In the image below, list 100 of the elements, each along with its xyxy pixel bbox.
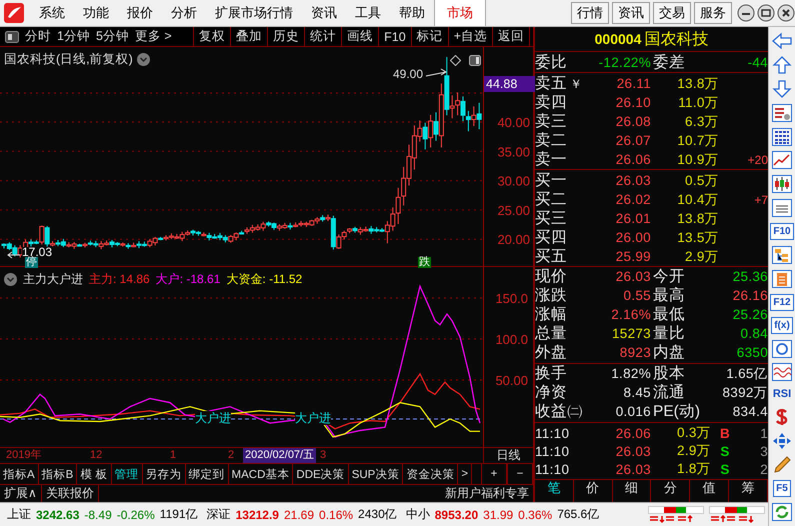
stat-value: 25.26 — [732, 307, 768, 322]
diff-label: 委差 — [652, 53, 686, 73]
shortcut-button[interactable]: RSI — [772, 387, 792, 402]
order-volume: 13.5万 — [676, 228, 719, 246]
trade-volume: 0.3万 — [676, 424, 711, 442]
document-icon[interactable] — [772, 270, 792, 288]
trade-price: 26.03 — [614, 462, 651, 476]
header-button[interactable]: 服务 — [694, 2, 732, 24]
menu-item[interactable]: 工具 — [346, 2, 390, 24]
stat-value: 8923 — [618, 345, 651, 360]
index-value: 3242.63 — [36, 508, 80, 522]
tree-icon[interactable] — [772, 246, 792, 264]
volume-change: +7 — [754, 192, 768, 206]
stat-value: 26.03 — [614, 269, 651, 284]
panel-icon[interactable] — [469, 55, 481, 66]
shortcut-button[interactable]: F12 — [770, 294, 794, 311]
stat-value: 0.016 — [614, 404, 651, 419]
stock-name: 国农科技 — [644, 30, 708, 50]
trade-price: 26.06 — [614, 426, 651, 440]
index-turnover: 2430亿 — [358, 506, 397, 523]
stat-value: 8.45 — [622, 385, 651, 400]
checklist-icon[interactable] — [772, 104, 792, 122]
stat-value: 0.84 — [740, 326, 768, 341]
minimize-icon[interactable] — [737, 4, 755, 22]
candlestick-icon[interactable] — [772, 175, 792, 194]
pencil-icon[interactable] — [772, 456, 792, 474]
zoom-out-button[interactable]: − — [507, 464, 533, 484]
price-axis-label: 25.00 — [497, 202, 530, 218]
stat-label: 涨跌 — [535, 286, 568, 306]
order-level-label: 买四 — [535, 228, 568, 248]
maximize-icon[interactable] — [757, 4, 775, 22]
header-button[interactable]: 行情 — [571, 2, 609, 24]
dropdown-icon[interactable] — [136, 53, 150, 66]
menu-item[interactable]: 系统 — [30, 2, 74, 24]
zoom-in-button[interactable]: + — [481, 464, 507, 484]
order-price: 26.07 — [614, 133, 651, 148]
stat-label: 涨幅 — [535, 305, 568, 325]
trade-count: 1 — [759, 426, 768, 440]
menu-item[interactable]: 市场 — [434, 0, 486, 26]
indicator-tab[interactable]: 指标B — [38, 464, 78, 484]
period-tab[interactable]: 5分钟 — [96, 28, 129, 45]
high-price-label: 49.00 — [393, 67, 424, 81]
high-arrow-icon — [426, 68, 447, 76]
order-price: 25.99 — [614, 249, 651, 264]
order-level-label: 卖二 — [535, 131, 568, 151]
indicator-tab[interactable]: 指标A — [0, 464, 39, 484]
order-level-label: 卖五 ￥ — [535, 74, 583, 94]
index-name: 深证 — [206, 506, 231, 523]
header-button[interactable]: 交易 — [653, 2, 691, 24]
period-tab[interactable]: 分时 — [25, 28, 51, 45]
header-button[interactable]: 资讯 — [612, 2, 650, 24]
menu-item[interactable]: 分析 — [162, 2, 206, 24]
promo-link[interactable]: 新用户福利专享 — [445, 485, 533, 502]
menu-item[interactable]: 功能 — [74, 2, 118, 24]
down-arrow-icon[interactable] — [772, 80, 792, 98]
dropdown-icon[interactable] — [4, 272, 17, 286]
menu-item[interactable]: 报价 — [118, 2, 162, 24]
indicator-tab[interactable]: 管理 — [112, 464, 143, 484]
shortcut-button[interactable]: f(x) — [771, 316, 793, 334]
up-arrow-icon[interactable] — [772, 56, 792, 74]
shortcut-button[interactable]: F5 — [773, 480, 791, 497]
table-icon[interactable] — [772, 128, 792, 146]
stat-label: 换手 — [535, 364, 568, 384]
menu-item[interactable]: 扩展市场行情 — [206, 2, 302, 24]
event-marker[interactable]: 停 — [25, 257, 38, 268]
close-icon[interactable] — [777, 4, 795, 22]
price-axis-label: 40.00 — [497, 115, 530, 130]
period-tab[interactable]: 更多 > — [134, 28, 172, 45]
diamond-icon[interactable] — [450, 55, 461, 66]
menu-item[interactable]: 帮助 — [390, 2, 434, 24]
stat-value: 0.55 — [622, 288, 651, 303]
panel-toggle-icon[interactable] — [5, 30, 19, 42]
indicator-tab[interactable]: 绑定到 — [186, 464, 229, 484]
refresh-icon[interactable] — [772, 502, 792, 521]
stat-value: 8392万 — [721, 384, 768, 402]
line-chart-icon[interactable] — [772, 151, 792, 170]
index-turnover: 765.6亿 — [557, 506, 600, 523]
shortcut-button[interactable]: F10 — [770, 223, 794, 240]
low-price-label: 17.03 — [22, 247, 52, 258]
order-price: 26.10 — [614, 95, 651, 110]
stat-label: 净资 — [535, 383, 568, 403]
period-tab[interactable]: 1分钟 — [57, 28, 90, 45]
last-price-tag: 44.88 — [484, 76, 535, 92]
menu-item[interactable]: 资讯 — [302, 2, 346, 24]
date-axis-label: 2019年 — [5, 448, 42, 464]
indicator-axis-label: 150.0 — [495, 290, 528, 306]
signal-label: 大户进 — [195, 410, 231, 425]
stat-label: 内盘 — [652, 343, 686, 363]
stat-label: 外盘 — [535, 343, 568, 363]
ratio-label: 委比 — [535, 53, 568, 73]
left-arrow-icon[interactable] — [772, 32, 792, 50]
stat-label: 今开 — [652, 267, 686, 287]
stat-label: 流通 — [652, 383, 686, 403]
wave-chart-icon[interactable] — [772, 363, 792, 382]
indicator-value: 大户: -18.61 — [156, 270, 220, 288]
move-icon[interactable] — [772, 432, 792, 450]
order-price: 26.00 — [614, 230, 651, 245]
event-marker[interactable]: 跌 — [418, 257, 431, 268]
order-level-label: 买一 — [535, 171, 568, 191]
order-price: 26.11 — [616, 76, 651, 91]
